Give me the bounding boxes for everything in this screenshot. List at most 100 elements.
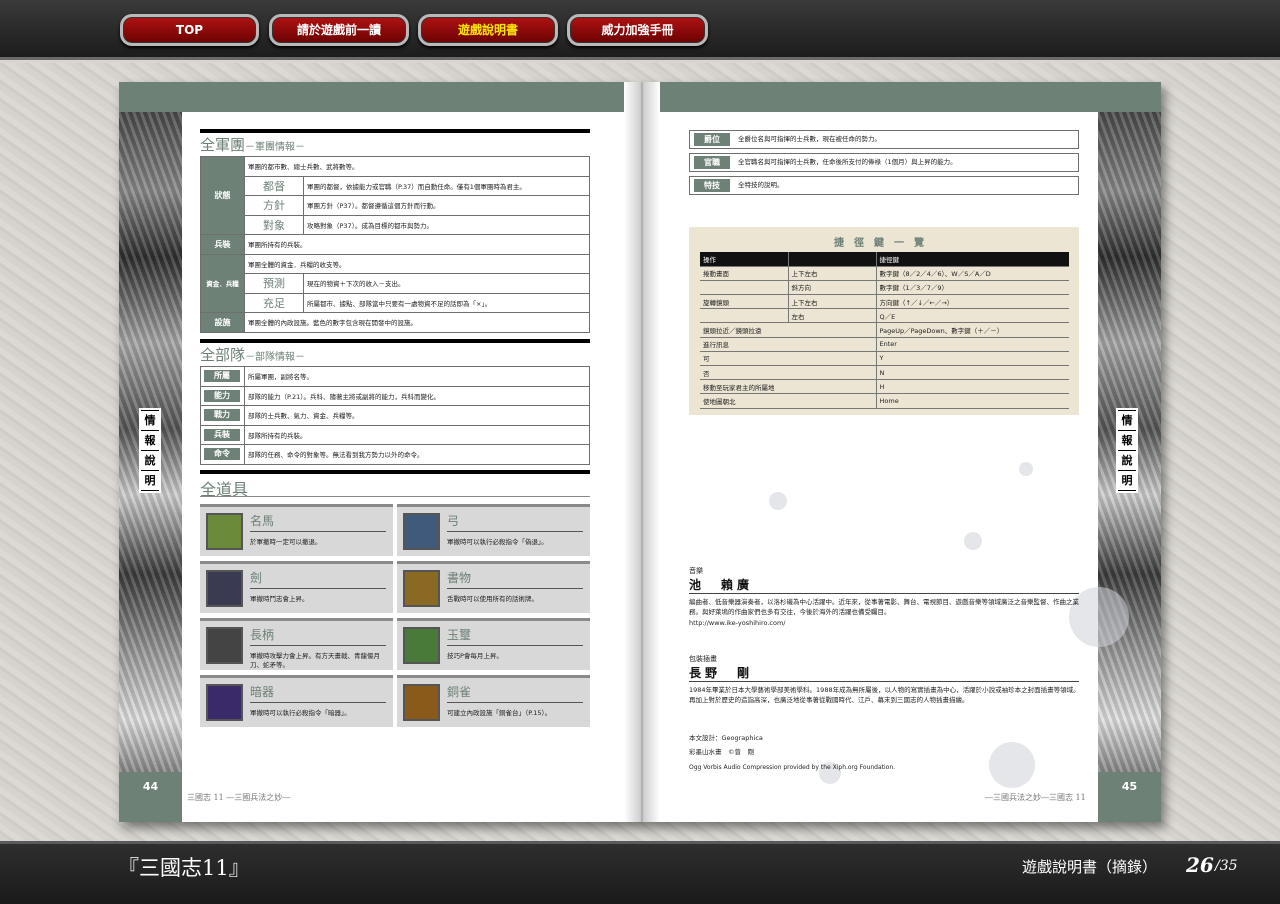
unit-info-table: 所屬 所屬軍團，副將名等。 能力 部隊的能力（P.21）。兵科、隨著主將或副將的能力… [200,366,590,465]
left-section-tab[interactable]: 情 報 說 明 [139,408,161,493]
office-box: 官職 全官職名與可指揮的士兵數，任命後所支付的俸祿（1個月）與上昇的能力。 [689,153,1079,172]
item-name: 長柄 [250,628,275,642]
ink-splat [769,492,787,510]
item-name: 玉璽 [447,628,472,642]
item-name: 書物 [447,571,472,585]
nav-read-before-button[interactable]: 請於遊戲前一讀 [269,14,409,46]
top-navigation-bar: TOP 請於遊戲前一讀 遊戲說明書 威力加強手冊 [0,0,1280,60]
bronze-bird-icon [403,684,440,721]
rank-desc: 全爵位名與可指揮的士兵數，現在被任命的勢力。 [738,135,881,143]
book-icon [403,570,440,607]
item-card: 弓 軍撤時可以執行必殺指令「偽退」。 [397,504,590,556]
rank-box: 爵位 全爵位名與可指揮的士兵數，現在被任命的勢力。 [689,130,1079,149]
ink-splat [1069,587,1129,647]
tab-char: 情 [1118,411,1136,430]
unit-label: 戰力 [204,409,240,422]
facilities-desc: 軍團全體的內政設施。藍色的數字包含現在開發中的設施。 [244,312,590,333]
tab-char: 報 [1118,431,1136,450]
heisou-label: 兵裝 [200,234,245,255]
funds-desc: 軍團全體的資金．兵糧的收支等。 [244,253,590,274]
nav-powerup-manual-button[interactable]: 威力加強手冊 [567,14,708,46]
tab-char: 明 [141,471,159,490]
item-name: 劍 [250,571,263,585]
tab-char: 說 [1118,451,1136,470]
item-desc: 軍撤時可以執行必殺指令「暗器」。 [250,709,351,717]
item-card: 暗器 軍撤時可以執行必殺指令「暗器」。 [200,675,393,727]
nav-manual-button[interactable]: 遊戲說明書 [418,14,558,46]
status-label: 狀態 [200,156,245,235]
illustrator-bio: 1984年畢業於日本大學藝術學部美術學科。1988年成為無所屬後，以人物的寫實插… [689,686,1080,704]
music-url-link[interactable]: http://www.ike-yoshihiro.com/ [689,619,1081,629]
item-card: 玉璽 技巧P會每月上昇。 [397,618,590,670]
item-desc: 舌戰時可以使用所有的話術牌。 [447,595,538,603]
item-card: 銅雀 可建立內政設施「銅雀台」（P.15）。 [397,675,590,727]
taishou-label: 對象 [244,214,304,235]
hidden-weapon-icon [206,684,243,721]
music-composer-name: 池 賴廣 [689,578,754,592]
item-underline [447,531,583,532]
item-desc: 軍撤時攻擊力會上昇。有方天畫戟、青龍偃月刀、蛇矛等。 [250,652,380,669]
dutoku-desc: 軍團的都督，依據能力或官職（P.37）而自動任命。僅有1個軍團時為君主。 [303,175,590,196]
item-card: 名馬 於軍撤時一定可以撤退。 [200,504,393,556]
item-underline [250,531,386,532]
total-pages: /35 [1215,858,1238,874]
facilities-label: 設施 [200,312,245,333]
rank-label: 爵位 [694,133,730,146]
forecast-desc: 現在的物資＋下次的收入－支出。 [303,273,590,294]
item-desc: 軍撤時可以執行必殺指令「偽退」。 [447,538,548,546]
unit-label: 兵裝 [204,428,240,441]
item-underline [250,645,386,646]
tab-char: 報 [141,431,159,450]
unit-desc: 部隊的任務、命令的對象等。無法看到我方勢力以外的命令。 [244,444,590,465]
tab-char: 明 [1118,471,1136,490]
game-title: 『三國志11』 [118,856,250,880]
polearm-icon [206,627,243,664]
tab-char: 說 [141,451,159,470]
table-row: 使地圖朝北 Home [700,393,1069,409]
music-bio: 編曲者、低音樂器演奏者，以洛杉磯為中心活躍中。近年來，從事著電影、舞台、電視節目… [689,598,1079,616]
item-card: 劍 軍撤時鬥志會上昇。 [200,561,393,613]
houshin-label: 方針 [244,195,304,216]
table-row: 可Y [700,351,1069,367]
unit-desc: 部隊所持有的兵裝。 [244,424,590,445]
book-gutter [624,82,660,822]
unit-label: 命令 [204,448,240,461]
sufficiency-desc: 所屬都市、據點、部隊當中只要有一處物資不足的話即為「×」。 [303,292,590,313]
ogg-credit: Ogg Vorbis Audio Compression provided by… [689,764,896,771]
credit-rule [689,681,1079,682]
right-page-number: 45 [1098,772,1161,822]
horse-icon [206,513,243,550]
tab-char: 情 [141,411,159,430]
right-page-header-band [660,82,1161,112]
manual-spread: 44 45 三國志 11 ―三國兵法之妙― ―三國兵法之妙―三國志 11 情 報… [119,82,1161,822]
table-row: 斜方向 數字鍵（1／3／7／9） [700,280,1069,296]
table-row: 鏡頭拉近／鏡頭拉遠 PageUp／PageDown、數字鍵（＋／－） [700,322,1069,338]
skill-desc: 全特技的說明。 [738,181,784,189]
nav-top-button[interactable]: TOP [120,14,259,46]
header-cell: 捷徑鍵 [875,252,1069,267]
music-label: 音樂 [689,567,703,575]
art-label: 包裝插畫 [689,655,717,663]
forecast-label: 預測 [244,273,304,294]
credit-rule [689,593,1079,594]
table-row: 左右 Q／E [700,308,1069,324]
illustrator-name: 長野 剛 [689,666,754,680]
funds-label: 資金．兵糧 [200,253,245,313]
right-section-tab[interactable]: 情 報 說 明 [1116,408,1138,493]
document-title: 遊戲說明書（摘錄） [1022,858,1158,876]
item-desc: 可建立內政設施「銅雀台」（P.15）。 [447,709,552,717]
items-section-rule [200,470,590,474]
table-row: 捲動畫面 上下左右 數字鍵（8／2／4／6）、W／S／A／D [700,266,1069,281]
heisou-desc: 軍團所持有的兵裝。 [244,234,590,255]
unit-desc: 部隊的能力（P.21）。兵科、隨著主將或副將的能力，兵科而變化。 [244,385,590,406]
sword-icon [206,570,243,607]
item-underline [447,702,583,703]
left-page-footer: 三國志 11 ―三國兵法之妙― [187,793,291,802]
item-card: 長柄 軍撤時攻擊力會上昇。有方天畫戟、青龍偃月刀、蛇矛等。 [200,618,393,670]
dutoku-label: 都督 [244,175,304,196]
sufficiency-label: 充足 [244,292,304,313]
item-name: 名馬 [250,514,275,528]
table-row: 進行訊息 Enter [700,337,1069,352]
item-name: 暗器 [250,685,275,699]
shortcut-panel: 捷徑鍵一覽 操作 捷徑鍵 捲動畫面 上下左右 數字鍵（8／2／4／6）、W／S／A／D… [689,227,1079,415]
